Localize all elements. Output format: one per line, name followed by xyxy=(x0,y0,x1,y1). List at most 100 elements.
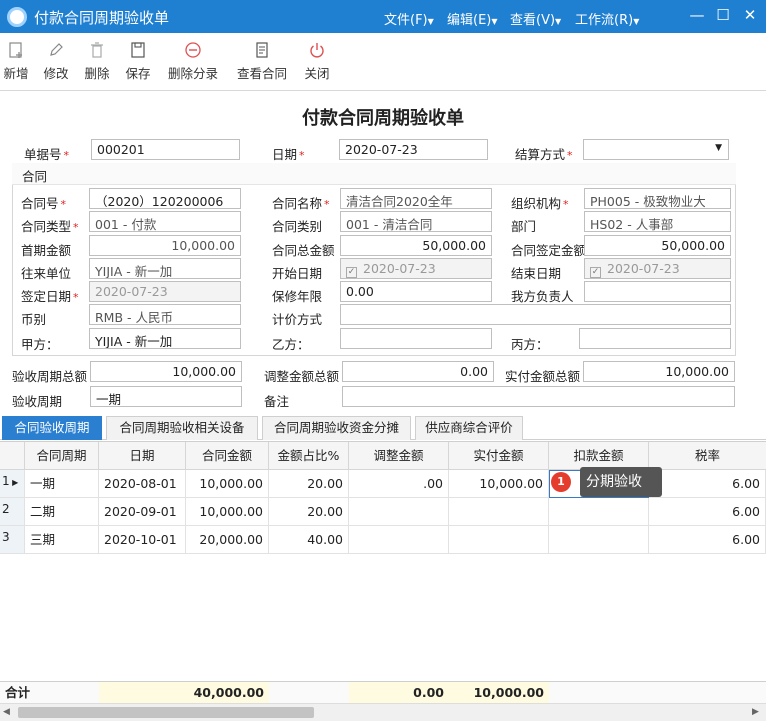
dept-field[interactable]: HS02 - 人事部 xyxy=(584,211,731,232)
table-cell[interactable]: 2020-08-01 xyxy=(99,470,186,498)
partner-label: 往来单位 xyxy=(21,266,72,281)
party-b-field[interactable] xyxy=(340,328,492,349)
accept-total-label: 验收周期总额 xyxy=(12,369,88,384)
tab-supplier-eval[interactable]: 供应商综合评价 xyxy=(415,416,523,440)
table-cell[interactable]: 一期 xyxy=(25,470,99,498)
table-cell[interactable]: .00 xyxy=(349,470,449,498)
row-number[interactable]: 2 xyxy=(0,498,25,526)
start-date-field[interactable]: ✓ 2020-07-23 xyxy=(340,258,492,279)
total-paid: 10,000.00 xyxy=(449,682,549,704)
partner-field[interactable]: YIJIA - 新一加 xyxy=(89,258,241,279)
col-header[interactable]: 合同周期 xyxy=(25,442,99,470)
party-c-field[interactable] xyxy=(579,328,731,349)
currency-field[interactable]: RMB - 人民币 xyxy=(89,304,241,325)
table-cell[interactable]: 20,000.00 xyxy=(186,526,269,554)
warranty-field[interactable]: 0.00 xyxy=(340,281,492,302)
horizontal-scrollbar[interactable]: ◀ ▶ xyxy=(0,703,766,721)
dept-label: 部门 xyxy=(511,219,537,234)
owner-field[interactable] xyxy=(584,281,731,302)
delete-entry-button[interactable]: 删除分录 xyxy=(165,41,221,82)
table-cell[interactable]: 10,000.00 xyxy=(186,470,269,498)
scroll-right-icon[interactable]: ▶ xyxy=(752,707,759,717)
signed-amount-field[interactable]: 50,000.00 xyxy=(584,235,731,256)
table-cell[interactable] xyxy=(449,498,549,526)
pricing-label: 计价方式 xyxy=(272,312,323,327)
col-header[interactable]: 金额占比% xyxy=(269,442,349,470)
tab-funds[interactable]: 合同周期验收资金分摊 xyxy=(262,416,411,440)
new-button[interactable]: 新增 xyxy=(2,41,30,82)
col-header[interactable]: 税率 xyxy=(649,442,766,470)
table-cell[interactable] xyxy=(349,526,449,554)
signed-amount-label: 合同签定金额 xyxy=(511,243,584,258)
col-header[interactable]: 日期 xyxy=(99,442,186,470)
menu-file[interactable]: 文件(F)▼ xyxy=(384,9,434,28)
table-cell[interactable]: 6.00 xyxy=(649,498,766,526)
cycle-field[interactable]: 一期 xyxy=(90,386,242,407)
edit-button[interactable]: 修改 xyxy=(42,41,70,82)
table-cell[interactable] xyxy=(449,526,549,554)
cycle-label: 验收周期 xyxy=(12,394,63,409)
menu-view[interactable]: 查看(V)▼ xyxy=(510,9,561,28)
table-cell[interactable]: 10,000.00 xyxy=(449,470,549,498)
save-button[interactable]: 保存 xyxy=(124,41,152,82)
checkbox-icon[interactable]: ✓ xyxy=(346,267,357,278)
party-a-field[interactable]: YIJIA - 新一加 xyxy=(89,328,241,349)
contract-no-field[interactable]: （2020）120200006 xyxy=(89,188,241,209)
scrollbar-thumb[interactable] xyxy=(18,707,314,718)
table-cell[interactable]: 10,000.00 xyxy=(186,498,269,526)
party-a-label: 甲方： xyxy=(21,337,59,352)
org-field[interactable]: PH005 - 极致物业大 xyxy=(584,188,731,209)
row-number[interactable]: 1 ▶ xyxy=(0,470,25,498)
adjust-total-field[interactable]: 0.00 xyxy=(342,361,494,382)
grid-totals-row: 合计 40,000.00 0.00 10,000.00 xyxy=(0,681,766,704)
col-header[interactable]: 扣款金额 xyxy=(549,442,649,470)
delete-button[interactable]: 删除 xyxy=(83,41,111,82)
tab-contract-cycle[interactable]: 合同验收周期 xyxy=(2,416,102,440)
view-contract-button[interactable]: 查看合同 xyxy=(234,41,290,82)
tab-equipment[interactable]: 合同周期验收相关设备 xyxy=(106,416,258,440)
table-cell[interactable]: 三期 xyxy=(25,526,99,554)
accept-total-field[interactable]: 10,000.00 xyxy=(90,361,242,382)
total-amount-field[interactable]: 50,000.00 xyxy=(340,235,492,256)
menu-workflow[interactable]: 工作流(R)▼ xyxy=(575,9,639,28)
table-cell[interactable]: 二期 xyxy=(25,498,99,526)
menu-edit[interactable]: 编辑(E)▼ xyxy=(447,9,498,28)
table-cell[interactable] xyxy=(349,498,449,526)
remark-field[interactable] xyxy=(342,386,735,407)
doc-no-field[interactable]: 000201 xyxy=(91,139,240,160)
toolbar: 新增 修改 删除 保存 删除分录 查看合同 关闭 xyxy=(0,33,766,91)
maximize-icon[interactable]: ☐ xyxy=(712,6,734,24)
checkbox-icon[interactable]: ✓ xyxy=(590,267,601,278)
date-field[interactable]: 2020-07-23 xyxy=(339,139,488,160)
first-amount-field[interactable]: 10,000.00 xyxy=(89,235,241,256)
contract-no-label: 合同号 * xyxy=(21,196,67,211)
end-date-field[interactable]: ✓ 2020-07-23 xyxy=(584,258,731,279)
scroll-left-icon[interactable]: ◀ xyxy=(3,707,10,717)
close-window-icon[interactable]: ✕ xyxy=(739,6,761,24)
col-header[interactable]: 合同金额 xyxy=(186,442,269,470)
table-cell[interactable]: 20.00 xyxy=(269,470,349,498)
settle-select[interactable]: ▼ xyxy=(583,139,729,160)
contract-name-field[interactable]: 清洁合同2020全年 xyxy=(340,188,492,209)
contract-category-field[interactable]: 001 - 清洁合同 xyxy=(340,211,492,232)
table-cell[interactable] xyxy=(549,526,649,554)
paid-total-field[interactable]: 10,000.00 xyxy=(583,361,735,382)
org-label: 组织机构 * xyxy=(511,196,569,211)
row-number[interactable]: 3 xyxy=(0,526,25,554)
minimize-icon[interactable]: — xyxy=(686,6,708,24)
table-cell[interactable]: 20.00 xyxy=(269,498,349,526)
table-cell[interactable]: 6.00 xyxy=(649,526,766,554)
sign-date-field[interactable]: 2020-07-23 xyxy=(89,281,241,302)
col-header[interactable]: 实付金额 xyxy=(449,442,549,470)
table-cell[interactable]: 2020-10-01 xyxy=(99,526,186,554)
new-doc-icon xyxy=(2,41,30,61)
pricing-field[interactable] xyxy=(340,304,731,325)
close-button[interactable]: 关闭 xyxy=(302,41,332,82)
table-cell[interactable]: 40.00 xyxy=(269,526,349,554)
doc-no-label: 单据号 * xyxy=(24,147,70,162)
table-cell[interactable]: 6.00 xyxy=(649,470,766,498)
table-cell[interactable] xyxy=(549,498,649,526)
contract-type-field[interactable]: 001 - 付款 xyxy=(89,211,241,232)
table-cell[interactable]: 2020-09-01 xyxy=(99,498,186,526)
col-header[interactable]: 调整金额 xyxy=(349,442,449,470)
